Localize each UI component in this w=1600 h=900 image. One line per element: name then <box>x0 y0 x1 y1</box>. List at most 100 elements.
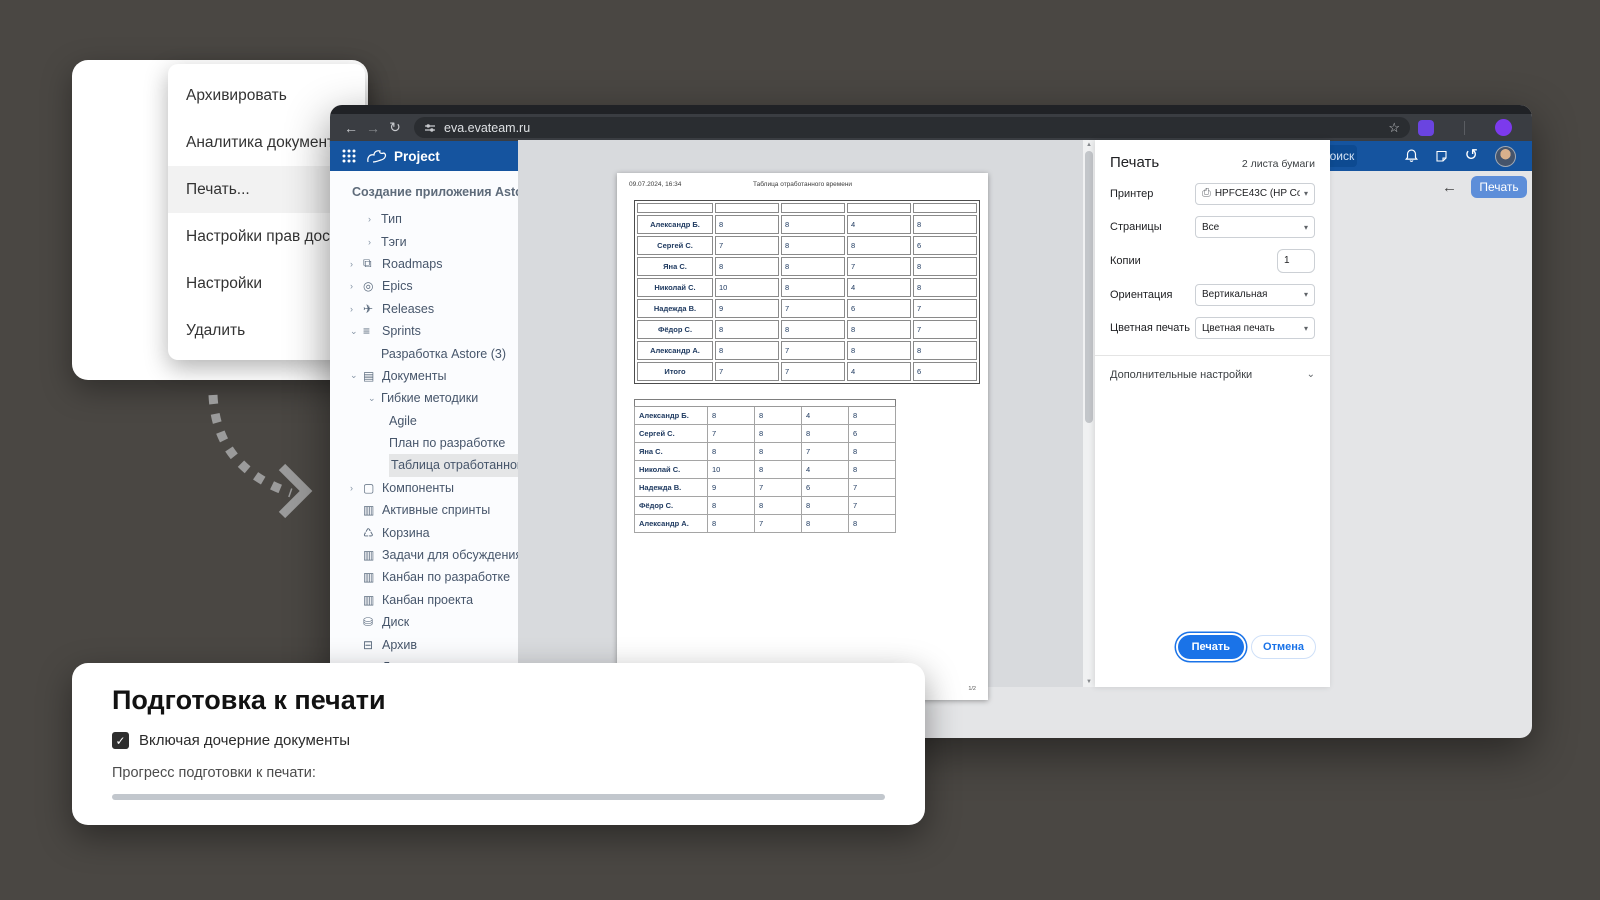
sidebar-item[interactable]: › Тэги <box>330 230 518 252</box>
tree-chevron-icon[interactable]: ⌄ <box>350 326 363 337</box>
scroll-up-icon[interactable]: ▲ <box>1083 142 1095 148</box>
project-title[interactable]: Создание приложения Astore <box>330 185 518 199</box>
table-value-cell: 8 <box>802 425 849 443</box>
more-settings-label: Дополнительные настройки <box>1110 369 1252 381</box>
field-control[interactable]: Вертикальная ▾ <box>1195 284 1315 306</box>
sidebar-item[interactable]: › ◎ Epics <box>330 275 518 297</box>
table-value-cell: 8 <box>781 278 845 297</box>
table-value-cell: 7 <box>849 497 896 515</box>
user-avatar[interactable] <box>1495 146 1516 167</box>
scroll-down-icon[interactable]: ▼ <box>1083 679 1095 685</box>
table1-name-cell: Сергей С. <box>637 236 713 255</box>
toolbar-icon[interactable] <box>1464 121 1465 135</box>
epics-icon: ◎ <box>363 279 382 293</box>
menu-item-label: Архивировать <box>186 87 287 105</box>
history-icon[interactable]: ↺ <box>1465 148 1478 164</box>
table-value-cell: 6 <box>847 299 911 318</box>
documents-icon: ▤ <box>363 369 382 383</box>
trash-icon: ♺ <box>363 526 382 540</box>
page-doc-title: Таблица отработанного времени <box>629 181 976 188</box>
more-settings-toggle[interactable]: Дополнительные настройки ⌄ <box>1095 356 1330 394</box>
tree-chevron-icon[interactable]: › <box>350 304 363 314</box>
dashed-arrow-annotation <box>194 390 326 524</box>
print-confirm-button[interactable]: Печать <box>1178 635 1244 659</box>
sidebar-item[interactable]: Разработка Astore (3) <box>330 342 518 364</box>
print-field-row: Страницы Все ▾ <box>1095 211 1330 245</box>
table-value-cell: 7 <box>802 443 849 461</box>
sidebar-item[interactable]: ▥ Канбан по разработке <box>330 566 518 588</box>
print-cancel-button[interactable]: Отмена <box>1251 635 1316 659</box>
app-grid-icon[interactable] <box>342 149 356 163</box>
sidebar-item[interactable]: Agile <box>330 410 518 432</box>
sidebar-item[interactable]: › ✈ Releases <box>330 298 518 320</box>
field-value: Цветная печать <box>1202 323 1275 334</box>
tree-chevron-icon[interactable]: ⌄ <box>368 393 381 404</box>
app-brand[interactable]: Project <box>394 149 440 164</box>
notes-icon[interactable] <box>1435 150 1448 163</box>
notification-bell-icon[interactable] <box>1405 149 1418 163</box>
table-value-cell: 7 <box>913 299 977 318</box>
scrollbar-thumb[interactable] <box>1085 151 1093 423</box>
browser-forward-icon[interactable]: → <box>362 120 384 136</box>
table2-row: Надежда В. 9767 <box>635 479 896 497</box>
field-control[interactable]: Цветная печать ▾ <box>1195 317 1315 339</box>
table-value-cell: 7 <box>781 299 845 318</box>
sidebar-item-label: Канбан проекта <box>382 593 473 607</box>
sidebar-item-label: Тэги <box>381 235 407 249</box>
field-value: HPFCE43C (HP Color Lase <box>1215 188 1300 199</box>
field-control[interactable]: Все ▾ <box>1195 216 1315 238</box>
table-value-cell: 7 <box>755 515 802 533</box>
sidebar-item[interactable]: Таблица отработанного времени <box>330 454 518 476</box>
table-value-cell: 7 <box>781 341 845 360</box>
sidebar-item[interactable]: ⌄ Гибкие методики <box>330 387 518 409</box>
progress-label: Прогресс подготовки к печати: <box>112 765 885 781</box>
toolbar-icon[interactable] <box>1495 119 1512 136</box>
sidebar-item[interactable]: ⊟ Архив <box>330 633 518 655</box>
table1-header-cell <box>715 203 779 213</box>
table2-header-cell <box>755 400 802 407</box>
table-value-cell: 8 <box>708 497 755 515</box>
sidebar-item[interactable]: ▥ Канбан проекта <box>330 589 518 611</box>
sidebar-item[interactable]: ▥ Активные спринты <box>330 499 518 521</box>
sidebar-item[interactable]: ▥ Задачи для обсуждения <box>330 544 518 566</box>
browser-back-icon[interactable]: ← <box>340 120 362 136</box>
table-value-cell: 8 <box>849 443 896 461</box>
sidebar-item[interactable]: › Тип <box>330 208 518 230</box>
field-control[interactable]: ⎙ HPFCE43C (HP Color Lase ▾ <box>1195 183 1315 205</box>
include-children-checkbox[interactable]: ✓ <box>112 732 129 749</box>
tree-chevron-icon[interactable]: › <box>350 259 363 269</box>
preview-scrollbar[interactable]: ▲ ▼ <box>1083 140 1095 687</box>
sidebar-item[interactable]: › ▢ Компоненты <box>330 477 518 499</box>
sidebar-item[interactable]: ⛁ Диск <box>330 611 518 633</box>
browser-reload-icon[interactable]: ↻ <box>384 119 406 136</box>
tree-chevron-icon[interactable]: › <box>350 483 363 493</box>
app-print-button[interactable]: Печать <box>1471 176 1527 198</box>
sidebar-item[interactable]: ⌄ ▤ Документы <box>330 365 518 387</box>
bookmark-star-icon[interactable]: ☆ <box>1388 120 1400 136</box>
table-value-cell: 7 <box>847 257 911 276</box>
sidebar-item-label: Активные спринты <box>382 503 490 517</box>
address-bar[interactable]: eva.evateam.ru ☆ <box>414 117 1410 138</box>
browser-window: ← → ↻ eva.evateam.ru ☆ <box>330 105 1532 738</box>
table1-row: Николай С. 10848 <box>637 278 977 297</box>
table2-header-cell <box>802 400 849 407</box>
table-value-cell: 8 <box>849 461 896 479</box>
toolbar-icon[interactable] <box>1418 120 1434 136</box>
field-control[interactable]: 1 <box>1277 249 1315 273</box>
tree-chevron-icon[interactable]: ⌄ <box>350 370 363 381</box>
site-info-icon[interactable] <box>424 122 436 134</box>
sidebar-item[interactable]: План по разработке <box>330 432 518 454</box>
table-value-cell: 8 <box>913 278 977 297</box>
table2-header-cell <box>635 400 708 407</box>
table-value-cell: 4 <box>847 278 911 297</box>
table-value-cell: 6 <box>913 236 977 255</box>
sidebar-item[interactable]: ⌄ ≡ Sprints <box>330 320 518 342</box>
tree-chevron-icon[interactable]: › <box>350 281 363 291</box>
tree-chevron-icon[interactable]: › <box>368 237 381 247</box>
tree-chevron-icon[interactable]: › <box>368 214 381 224</box>
printer-icon: ⎙ <box>1202 187 1211 200</box>
sidebar-item[interactable]: › ⧉ Roadmaps <box>330 253 518 275</box>
app-back-arrow[interactable]: ← <box>1442 179 1457 196</box>
table-value-cell: 9 <box>715 299 779 318</box>
sidebar-item[interactable]: ♺ Корзина <box>330 521 518 543</box>
